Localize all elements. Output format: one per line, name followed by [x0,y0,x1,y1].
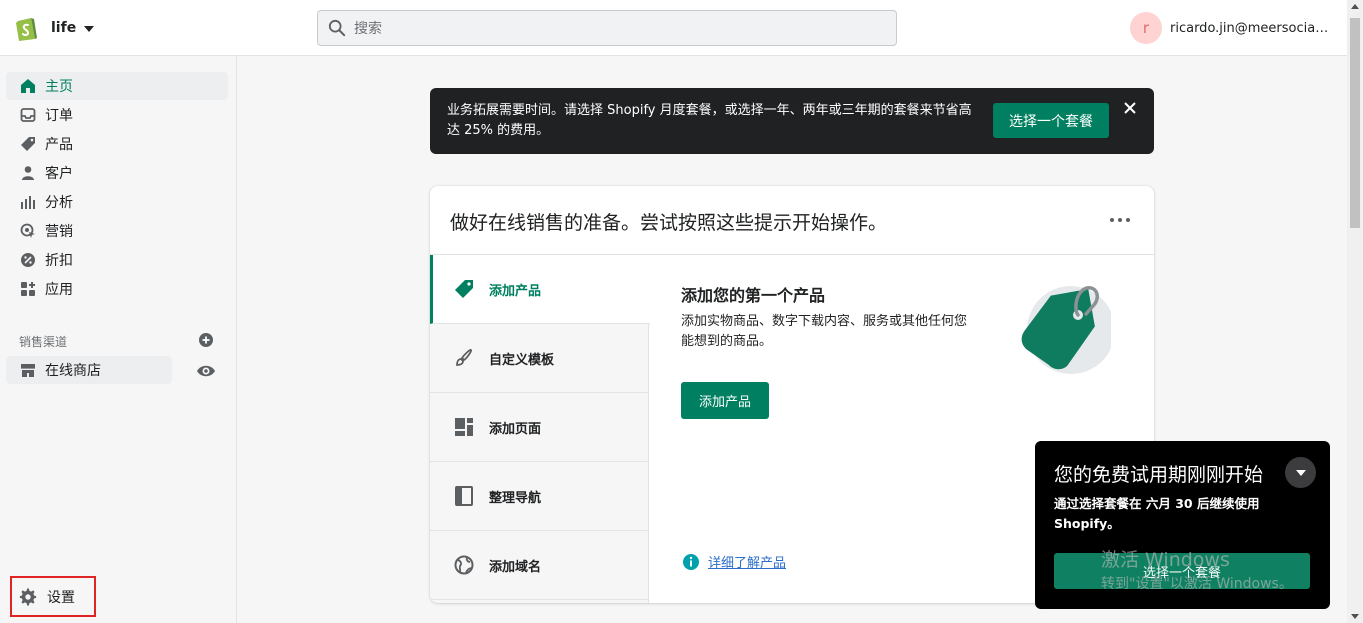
sidebar-item-label: 应用 [45,282,73,298]
avatar: r [1130,12,1162,44]
sales-channels-heading: 销售渠道 [19,335,68,349]
trial-select-plan-button[interactable]: 选择一个套餐 [1054,553,1310,589]
globe-icon [454,555,474,575]
card-title: 做好在线销售的准备。尝试按照这些提示开始操作。 [450,212,888,234]
trial-title: 您的免费试用期刚刚开始 [1054,464,1264,486]
collapse-toggle[interactable] [1285,457,1316,488]
learn-more-link[interactable]: 详细了解产品 [682,552,786,571]
page-layout-icon [455,418,473,436]
search-input[interactable]: 搜索 [317,10,897,46]
sidebar-item-label: 营销 [45,224,73,240]
page-scrollbar[interactable] [1347,0,1363,623]
trial-popover: 您的免费试用期刚刚开始 通过选择套餐在 六月 30 后继续使用 Shopify。… [1035,441,1330,609]
sidebar-item-discounts[interactable]: 折扣 [6,246,228,274]
trial-body: 通过选择套餐在 六月 30 后继续使用 Shopify。 [1054,496,1260,531]
discount-icon [21,253,35,267]
chevron-down-icon [1295,469,1306,476]
sidebar-item-products[interactable]: 产品 [6,130,228,158]
sidebar-item-customers[interactable]: 客户 [6,159,228,187]
gear-icon [19,587,37,606]
scroll-up-icon[interactable] [1351,4,1359,9]
sidebar-item-orders[interactable]: 订单 [6,101,228,129]
product-tag-illustration [1021,286,1111,374]
store-name: life [51,20,77,36]
add-channel-icon[interactable] [198,332,214,348]
scroll-thumb[interactable] [1350,18,1360,228]
more-actions-icon[interactable] [1110,210,1130,230]
caret-down-icon [84,26,95,32]
scroll-down-icon[interactable] [1351,614,1359,619]
sidebar-item-label: 在线商店 [45,363,101,379]
step-label: 添加页面 [489,421,542,437]
sidebar-item-label: 产品 [45,137,73,153]
step-add-product[interactable]: 添加产品 [430,255,650,324]
bar-chart-icon [21,196,35,209]
settings-label: 设置 [47,589,75,606]
step-label: 自定义模板 [489,352,555,368]
step-customize-theme[interactable]: 自定义模板 [430,324,649,393]
sidebar: 主页 订单 产品 客户 分析 营销 折扣 应用 销售渠道 在线商店 设置 [0,56,237,623]
step-label: 添加域名 [489,559,542,575]
user-menu[interactable]: r ricardo.jin@meersocial.... [1130,12,1330,44]
sidebar-item-marketing[interactable]: 营销 [6,217,228,245]
apps-icon [21,282,35,296]
sidebar-item-settings[interactable]: 设置 [10,576,96,617]
select-plan-button[interactable]: 选择一个套餐 [993,103,1109,138]
setup-steps: 添加产品 自定义模板 添加页面 整理导航 添加域名 [430,255,650,603]
brush-icon [456,349,472,366]
plan-banner: 业务拓展需要时间。请选择 Shopify 月度套餐，或选择一年、两年或三年期的套… [430,88,1154,154]
learn-more-text: 详细了解产品 [708,556,787,571]
step-organize-navigation[interactable]: 整理导航 [430,462,649,531]
top-bar: life 搜索 r ricardo.jin@meersocial.... [0,0,1347,56]
sidebar-item-label: 客户 [45,166,73,182]
step-label: 添加产品 [489,283,542,299]
step-add-domain[interactable]: 添加域名 [430,531,649,600]
sidebar-item-label: 折扣 [45,253,73,269]
search-placeholder: 搜索 [354,21,382,37]
step-detail-title: 添加您的第一个产品 [681,286,826,305]
inbox-icon [20,108,36,122]
step-label: 整理导航 [489,490,542,506]
sidebar-item-label: 主页 [45,79,73,95]
tag-icon [455,280,473,298]
home-icon [21,79,35,93]
eye-icon[interactable] [196,361,216,381]
sidebar-item-apps[interactable]: 应用 [6,275,228,303]
sidebar-item-label: 分析 [45,195,73,211]
sidebar-item-home[interactable]: 主页 [6,72,228,100]
user-name: ricardo.jin@meersocial.... [1170,20,1330,36]
sidebar-item-label: 订单 [45,108,73,124]
step-add-page[interactable]: 添加页面 [430,393,649,462]
target-icon [20,223,35,238]
banner-text: 业务拓展需要时间。请选择 Shopify 月度套餐，或选择一年、两年或三年期的套… [447,103,972,138]
navigation-icon [455,486,473,506]
shopify-logo-icon [16,18,37,41]
tag-icon [21,137,35,151]
sidebar-item-analytics[interactable]: 分析 [6,188,228,216]
step-detail-description: 添加实物商品、数字下载内容、服务或其他任何您能想到的商品。 [681,314,968,349]
person-icon [22,166,34,180]
store-switcher[interactable]: life [14,14,95,42]
sidebar-item-online-store[interactable]: 在线商店 [6,356,172,384]
store-icon [21,364,35,377]
search-icon [328,19,346,37]
close-icon[interactable] [1122,100,1138,116]
info-icon [683,553,699,570]
add-product-button[interactable]: 添加产品 [681,382,769,419]
